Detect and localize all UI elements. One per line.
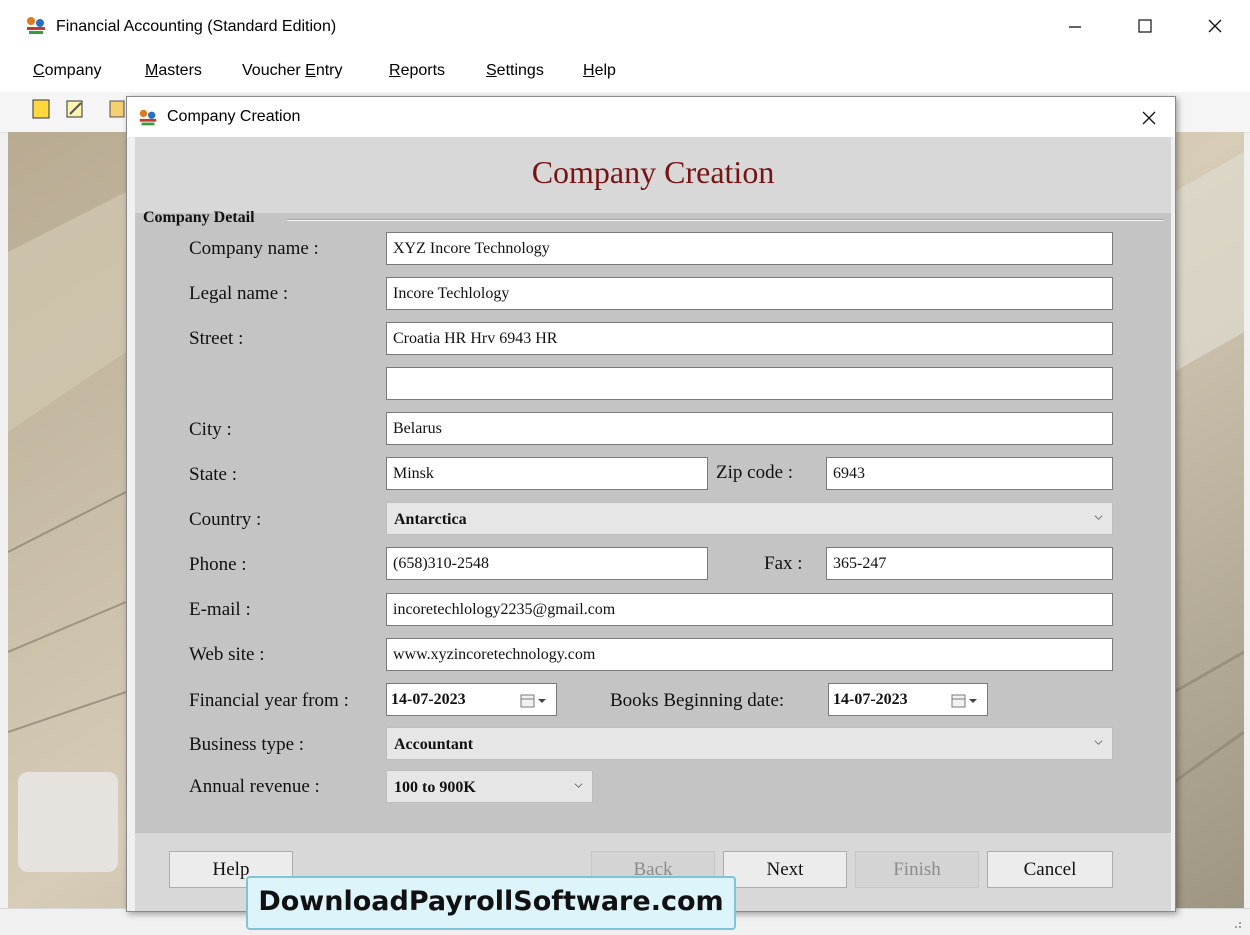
label-email: E-mail : bbox=[189, 599, 251, 620]
phone-input[interactable]: (658)310-2548 bbox=[386, 547, 708, 580]
next-button[interactable]: Next bbox=[723, 851, 847, 888]
annual-revenue-select[interactable]: 100 to 900K bbox=[386, 770, 593, 803]
street-line1-input[interactable]: Croatia HR Hrv 6943 HR bbox=[386, 322, 1113, 355]
window-title: Financial Accounting (Standard Edition) bbox=[56, 18, 337, 35]
label-city: City : bbox=[189, 419, 232, 440]
close-icon bbox=[1208, 19, 1222, 33]
label-zip-code: Zip code : bbox=[716, 462, 794, 483]
city-input[interactable]: Belarus bbox=[386, 412, 1113, 445]
label-fax: Fax : bbox=[764, 553, 803, 574]
dialog-header: Company Creation bbox=[135, 137, 1171, 213]
group-divider bbox=[287, 219, 1163, 221]
books-beginning-value: 14-07-2023 bbox=[833, 691, 908, 708]
menu-masters[interactable]: Masters bbox=[145, 62, 202, 80]
maximize-button[interactable] bbox=[1122, 8, 1168, 44]
label-financial-year: Financial year from : bbox=[189, 690, 349, 711]
resize-grip-icon[interactable] bbox=[1230, 917, 1242, 929]
label-state: State : bbox=[189, 464, 238, 485]
calendar-icon[interactable] bbox=[951, 693, 979, 709]
calendar-icon[interactable] bbox=[520, 693, 548, 709]
label-business-type: Business type : bbox=[189, 734, 305, 755]
business-type-value: Accountant bbox=[394, 736, 474, 753]
menu-voucher-entry[interactable]: Voucher Entry bbox=[242, 62, 343, 80]
label-street: Street : bbox=[189, 328, 244, 349]
app-logo-icon bbox=[139, 109, 157, 126]
label-books-beginning-date: Books Beginning date: bbox=[610, 690, 785, 711]
website-input[interactable]: www.xyzincoretechnology.com bbox=[386, 638, 1113, 671]
edit-icon[interactable] bbox=[64, 98, 86, 120]
label-annual-revenue: Annual revenue : bbox=[189, 776, 320, 797]
label-legal-name: Legal name : bbox=[189, 283, 289, 304]
menu-company[interactable]: Company bbox=[33, 62, 101, 80]
grid-icon[interactable] bbox=[108, 98, 126, 120]
annual-revenue-value: 100 to 900K bbox=[394, 779, 476, 796]
books-beginning-date-picker[interactable]: 14-07-2023 bbox=[828, 683, 988, 716]
minimize-button[interactable] bbox=[1052, 8, 1098, 44]
country-select[interactable]: Antarctica bbox=[386, 502, 1113, 535]
chevron-down-icon bbox=[574, 783, 583, 788]
app-logo-icon bbox=[27, 17, 45, 34]
dialog-close-button[interactable] bbox=[1131, 103, 1167, 133]
company-creation-dialog: Company Creation Company Creation Compan… bbox=[126, 96, 1176, 912]
label-company-name: Company name : bbox=[189, 238, 319, 259]
group-title: Company Detail bbox=[143, 209, 255, 226]
dialog-heading: Company Creation bbox=[531, 154, 775, 190]
label-phone: Phone : bbox=[189, 554, 247, 575]
chevron-down-icon bbox=[1094, 515, 1103, 520]
close-icon bbox=[1142, 111, 1156, 125]
fax-input[interactable]: 365-247 bbox=[826, 547, 1113, 580]
business-type-select[interactable]: Accountant bbox=[386, 727, 1113, 760]
menu-help[interactable]: Help bbox=[583, 62, 616, 80]
company-name-input[interactable]: XYZ Incore Technology bbox=[386, 232, 1113, 265]
dialog-title: Company Creation bbox=[167, 108, 301, 125]
legal-name-input[interactable]: Incore Techlology bbox=[386, 277, 1113, 310]
maximize-icon bbox=[1138, 19, 1152, 33]
finish-button[interactable]: Finish bbox=[855, 851, 979, 888]
label-country: Country : bbox=[189, 509, 262, 530]
email-input[interactable]: incoretechlology2235@gmail.com bbox=[386, 593, 1113, 626]
zip-code-input[interactable]: 6943 bbox=[826, 457, 1113, 490]
label-website: Web site : bbox=[189, 644, 265, 665]
country-value: Antarctica bbox=[394, 511, 467, 528]
menu-reports[interactable]: Reports bbox=[389, 62, 445, 80]
financial-year-value: 14-07-2023 bbox=[391, 691, 466, 708]
minimize-icon bbox=[1069, 26, 1081, 28]
cancel-button[interactable]: Cancel bbox=[987, 851, 1113, 888]
street-line2-input[interactable] bbox=[386, 367, 1113, 400]
menu-settings[interactable]: Settings bbox=[486, 62, 544, 80]
chevron-down-icon bbox=[1094, 740, 1103, 745]
watermark-banner: DownloadPayrollSoftware.com bbox=[246, 876, 736, 930]
financial-year-date-picker[interactable]: 14-07-2023 bbox=[386, 683, 557, 716]
state-input[interactable]: Minsk bbox=[386, 457, 708, 490]
company-detail-panel: Company Detail Company name : XYZ Incore… bbox=[135, 209, 1171, 833]
close-window-button[interactable] bbox=[1192, 8, 1238, 44]
new-icon[interactable] bbox=[30, 98, 52, 120]
